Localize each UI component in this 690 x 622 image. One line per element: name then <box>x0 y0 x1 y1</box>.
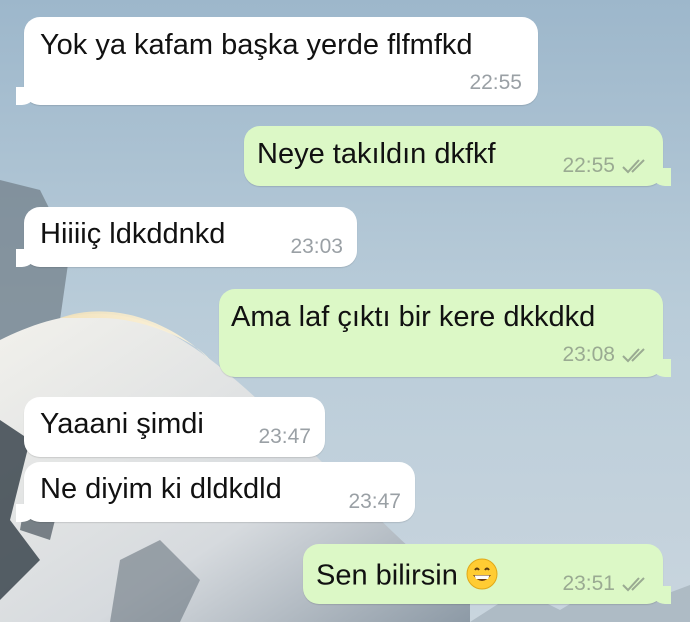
grinning-face-emoji-icon <box>466 558 498 596</box>
message-text-content: Sen bilirsin <box>316 559 458 592</box>
message-bubble-incoming[interactable]: Hiiiiç ldkddnkd 23:03 <box>16 207 357 267</box>
message-timestamp: 22:55 <box>469 72 522 93</box>
message-text: Ne diyim ki dldkdld <box>40 473 282 505</box>
timestamp-text: 22:55 <box>562 154 615 177</box>
message-timestamp: 23:08 <box>562 344 651 365</box>
timestamp-text: 23:08 <box>562 343 615 366</box>
message-text: Sen bilirsin <box>316 558 498 596</box>
message-bubble-outgoing[interactable]: Sen bilirsin 23:51 <box>303 544 671 604</box>
message-bubble-outgoing[interactable]: Neye takıldın dkfkf 22:55 <box>244 126 671 186</box>
timestamp-text: 23:03 <box>290 235 343 258</box>
message-bubble-outgoing[interactable]: Ama laf çıktı bir kere dkkdkd 23:08 <box>219 289 671 377</box>
double-check-icon <box>621 346 651 364</box>
message-bubble-incoming[interactable]: Yaaani şimdi 23:47 <box>24 397 325 457</box>
message-timestamp: 23:03 <box>290 236 343 257</box>
double-check-icon <box>621 157 651 175</box>
timestamp-text: 23:51 <box>562 572 615 595</box>
message-text: Ama laf çıktı bir kere dkkdkd <box>231 301 596 333</box>
message-text: Yok ya kafam başka yerde flfmfkd <box>40 29 473 61</box>
message-text: Hiiiiç ldkddnkd <box>40 218 226 250</box>
message-timestamp: 23:47 <box>258 426 311 447</box>
timestamp-text: 23:47 <box>258 425 311 448</box>
timestamp-text: 22:55 <box>469 71 522 94</box>
timestamp-text: 23:47 <box>348 490 401 513</box>
double-check-icon <box>621 575 651 593</box>
message-timestamp: 22:55 <box>562 155 651 176</box>
message-timestamp: 23:51 <box>562 573 651 594</box>
message-text: Yaaani şimdi <box>40 408 204 440</box>
message-bubble-incoming[interactable]: Yok ya kafam başka yerde flfmfkd 22:55 <box>16 17 538 105</box>
message-bubble-incoming[interactable]: Ne diyim ki dldkdld 23:47 <box>16 462 415 522</box>
message-timestamp: 23:47 <box>348 491 401 512</box>
message-text: Neye takıldın dkfkf <box>257 138 496 170</box>
